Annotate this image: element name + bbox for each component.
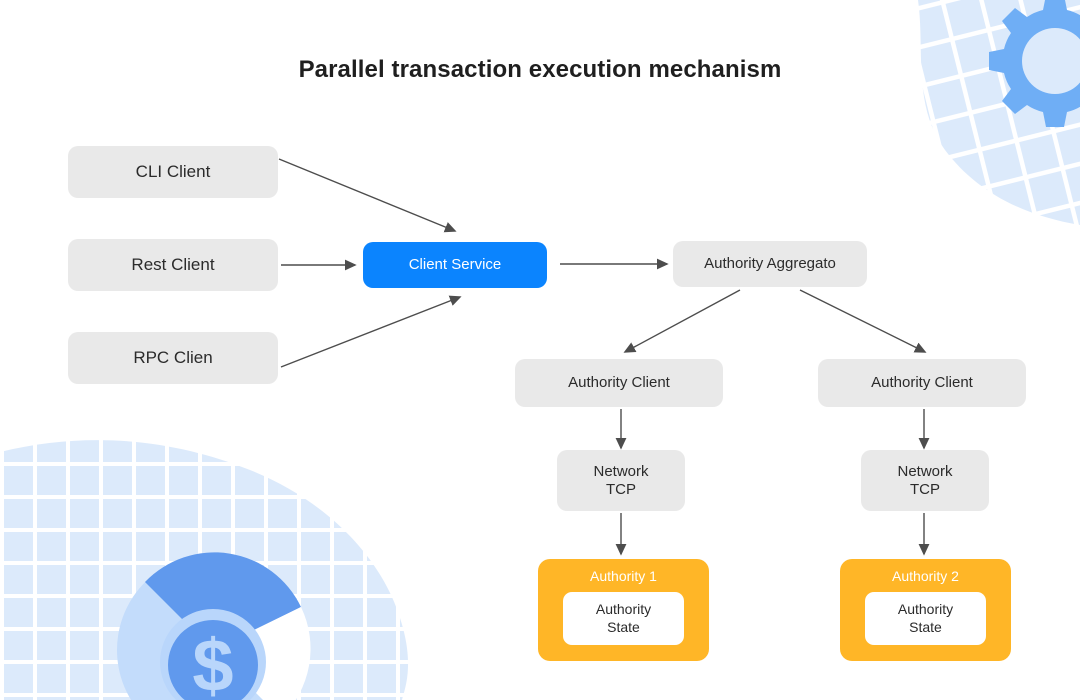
edge-rpc-client-to-client-service	[280, 295, 462, 368]
node-network-tcp-2[interactable]: Network TCP	[861, 450, 989, 511]
node-authority-client-2[interactable]: Authority Client	[818, 359, 1026, 407]
node-network-tcp-2-label: Network TCP	[897, 462, 953, 498]
node-authority-1-label: Authority 1	[590, 568, 657, 584]
node-network-tcp-1[interactable]: Network TCP	[557, 450, 685, 511]
node-authority-aggregator[interactable]: Authority Aggregato	[673, 241, 867, 287]
node-client-service-label: Client Service	[408, 256, 502, 273]
node-rest-client[interactable]: Rest Client	[68, 239, 278, 291]
edge-aggregator-to-authority-client-1	[623, 289, 741, 353]
node-authority-2-label: Authority 2	[892, 568, 959, 584]
grid-blob-top-right	[918, 0, 1080, 225]
node-authority-aggregator-label: Authority Aggregato	[704, 255, 836, 272]
node-rest-client-label: Rest Client	[131, 254, 215, 274]
node-authority-1-state[interactable]: Authority State	[563, 592, 684, 645]
node-rpc-client[interactable]: RPC Clien	[68, 332, 278, 384]
node-authority-client-1-label: Authority Client	[568, 374, 670, 391]
node-authority-client-1[interactable]: Authority Client	[515, 359, 723, 407]
edge-aggregator-to-authority-client-2	[799, 289, 927, 353]
node-authority-2[interactable]: Authority 2 Authority State	[840, 559, 1011, 661]
node-client-service[interactable]: Client Service	[363, 242, 547, 288]
node-authority-1[interactable]: Authority 1 Authority State	[538, 559, 709, 661]
edge-cli-client-to-client-service	[278, 158, 457, 233]
diagram-canvas: $ Parallel transaction execution mechani…	[0, 0, 1080, 700]
svg-text:$: $	[192, 624, 233, 700]
node-network-tcp-1-label: Network TCP	[593, 462, 649, 498]
node-authority-2-state[interactable]: Authority State	[865, 592, 986, 645]
dollar-coin-icon: $	[160, 609, 266, 700]
page-title: Parallel transaction execution mechanism	[298, 56, 782, 83]
node-cli-client-label: CLI Client	[135, 161, 211, 181]
node-cli-client[interactable]: CLI Client	[68, 146, 278, 198]
grid-blob-bottom-left	[0, 440, 409, 700]
node-authority-client-2-label: Authority Client	[871, 374, 973, 391]
node-rpc-client-label: RPC Clien	[133, 347, 213, 367]
pie-chart-shape	[117, 552, 311, 700]
